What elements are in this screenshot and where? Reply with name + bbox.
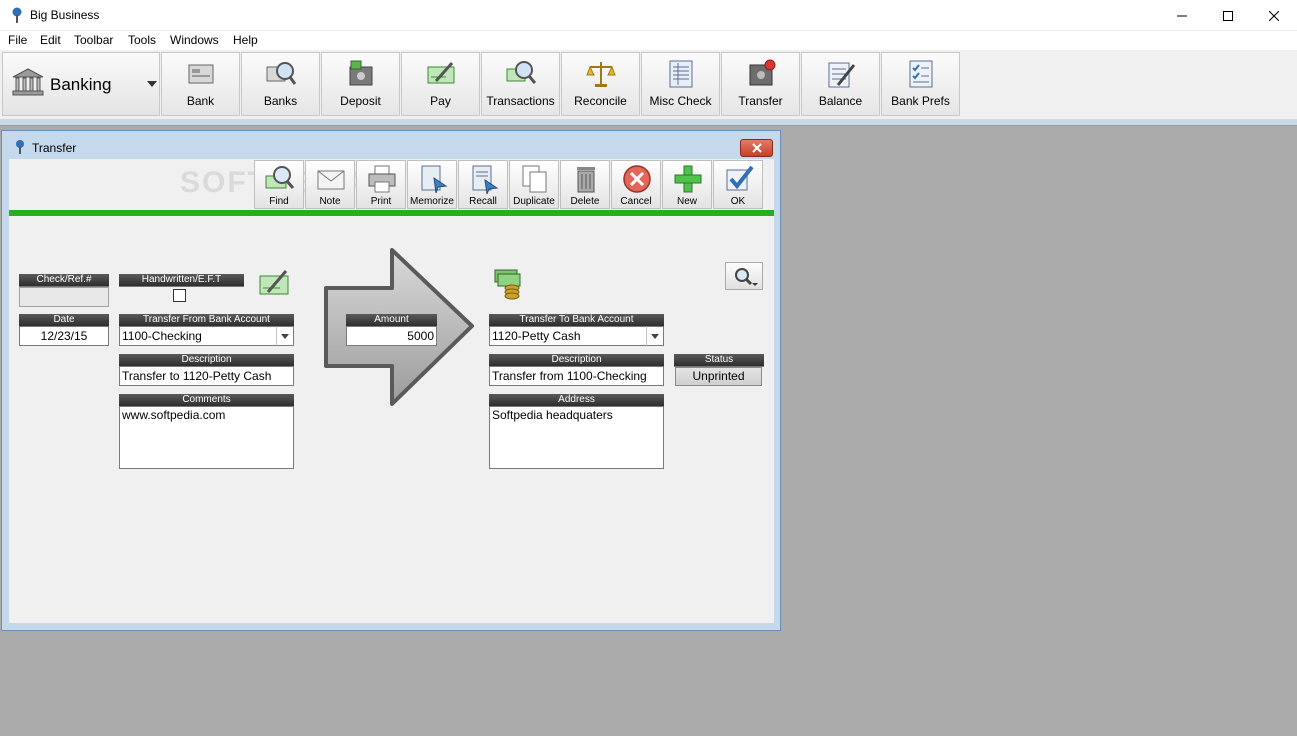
module-selector[interactable]: Banking — [2, 52, 160, 116]
status-strip — [9, 210, 774, 216]
toolbar-transactions-button[interactable]: Transactions — [481, 52, 560, 116]
memorize-button[interactable]: Memorize — [407, 160, 457, 209]
amount-field[interactable]: 5000 — [346, 326, 437, 346]
toolbar-banks-button[interactable]: Banks — [241, 52, 320, 116]
toolbar-separator — [0, 120, 1297, 126]
module-label: Banking — [50, 75, 112, 94]
check-ref-label: Check/Ref.# — [19, 274, 109, 287]
toolbar-misc-check-button[interactable]: Misc Check — [641, 52, 720, 116]
app-pin-icon — [12, 7, 22, 23]
menu-help[interactable]: Help — [233, 33, 258, 47]
toolbar-pay-button[interactable]: Pay — [401, 52, 480, 116]
memorize-icon — [421, 165, 448, 194]
balance-icon — [828, 62, 856, 88]
pay-icon — [427, 62, 455, 84]
recall-icon — [472, 165, 499, 194]
minimize-icon — [1177, 15, 1187, 16]
close-icon — [1269, 10, 1279, 21]
magnifier-icon — [735, 268, 758, 286]
transactions-icon — [506, 61, 536, 84]
comments-field[interactable]: www.softpedia.com — [119, 406, 294, 469]
new-button[interactable]: New — [662, 160, 712, 209]
to-account-dropdown-icon[interactable] — [646, 326, 664, 346]
to-description-field[interactable]: Transfer from 1100-Checking — [489, 366, 664, 386]
find-icon — [265, 166, 295, 189]
transfer-icon — [749, 59, 776, 86]
close-icon — [751, 143, 762, 153]
duplicate-button[interactable]: Duplicate — [509, 160, 559, 209]
toolbar-reconcile-button[interactable]: Reconcile — [561, 52, 640, 116]
envelope-icon — [317, 170, 345, 190]
menu-file[interactable]: File — [8, 33, 27, 47]
cancel-button[interactable]: Cancel — [611, 160, 661, 209]
address-field[interactable]: Softpedia headquaters — [489, 406, 664, 469]
misc-check-icon — [669, 60, 693, 88]
menu-windows[interactable]: Windows — [170, 33, 219, 47]
from-description-field[interactable]: Transfer to 1120-Petty Cash — [119, 366, 294, 386]
lookup-button[interactable] — [725, 262, 763, 290]
toolbar-deposit-button[interactable]: Deposit — [321, 52, 400, 116]
app-titlebar: Big Business — [0, 0, 1297, 31]
duplicate-icon — [522, 165, 547, 193]
write-check-icon[interactable] — [258, 268, 290, 298]
cancel-icon — [623, 165, 651, 193]
maximize-icon — [1223, 10, 1233, 21]
printer-icon — [368, 165, 396, 193]
date-field[interactable]: 12/23/15 — [19, 326, 109, 346]
from-account-dropdown-icon[interactable] — [276, 326, 294, 346]
app-title: Big Business — [30, 8, 100, 22]
app-pin-icon — [16, 140, 24, 154]
close-window-button[interactable] — [1251, 0, 1297, 31]
checkmark-icon — [726, 165, 754, 191]
status-value: Unprinted — [675, 367, 762, 386]
bank-icon — [188, 64, 214, 84]
print-button[interactable]: Print — [356, 160, 406, 209]
scales-icon — [586, 62, 616, 87]
delete-button[interactable]: Delete — [560, 160, 610, 209]
toolbar-bank-button[interactable]: Bank — [161, 52, 240, 116]
note-button[interactable]: Note — [305, 160, 355, 209]
trash-icon — [577, 167, 595, 193]
chevron-down-icon — [147, 81, 157, 87]
transfer-window-title: Transfer — [32, 141, 77, 155]
find-button[interactable]: Find — [254, 160, 304, 209]
status-label: Status — [674, 354, 764, 367]
handwritten-label: Handwritten/E.F.T — [119, 274, 244, 287]
banks-search-icon — [266, 62, 296, 85]
menu-toolbar[interactable]: Toolbar — [74, 33, 113, 47]
check-ref-field[interactable] — [19, 287, 109, 307]
menu-bar: File Edit Toolbar Tools Windows Help — [0, 31, 1297, 50]
bank-building-icon — [12, 68, 44, 96]
plus-icon — [674, 165, 702, 193]
deposit-icon — [349, 60, 373, 86]
money-stack-icon — [494, 269, 521, 300]
bank-prefs-icon — [909, 60, 933, 88]
recall-button[interactable]: Recall — [458, 160, 508, 209]
toolbar-bank-prefs-button[interactable]: Bank Prefs — [881, 52, 960, 116]
from-account-field[interactable]: 1100-Checking — [119, 326, 277, 346]
menu-tools[interactable]: Tools — [128, 33, 156, 47]
toolbar-balance-button[interactable]: Balance — [801, 52, 880, 116]
handwritten-checkbox[interactable] — [173, 289, 186, 302]
to-account-field[interactable]: 1120-Petty Cash — [489, 326, 647, 346]
toolbar-transfer-button[interactable]: Transfer — [721, 52, 800, 116]
minimize-button[interactable] — [1159, 0, 1205, 31]
maximize-button[interactable] — [1205, 0, 1251, 31]
close-child-button[interactable] — [740, 139, 773, 157]
ok-button[interactable]: OK — [713, 160, 763, 209]
menu-edit[interactable]: Edit — [40, 33, 61, 47]
